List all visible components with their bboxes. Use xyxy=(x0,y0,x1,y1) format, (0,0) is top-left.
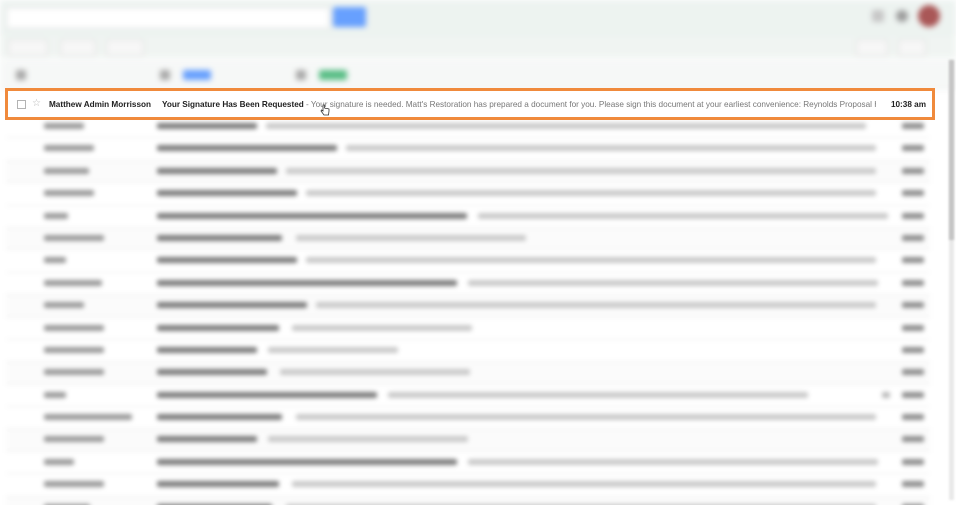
tag-icon xyxy=(296,69,306,80)
avatar[interactable] xyxy=(918,5,940,27)
list-item[interactable] xyxy=(6,407,930,430)
email-time: 10:38 am xyxy=(890,99,926,109)
list-item[interactable] xyxy=(6,317,930,340)
list-item[interactable] xyxy=(6,451,930,475)
email-list xyxy=(6,116,930,505)
top-bar xyxy=(0,0,956,36)
more-button[interactable] xyxy=(106,39,144,56)
gmail-inbox-window: ☆ Matthew Admin Morrisson Your Signature… xyxy=(0,0,956,505)
star-icon[interactable]: ☆ xyxy=(32,99,41,109)
tab-promotions[interactable] xyxy=(296,66,436,82)
email-snippet: - Your signature is needed. Matt's Resto… xyxy=(306,99,876,109)
list-item[interactable] xyxy=(6,227,930,251)
refresh-button[interactable] xyxy=(60,39,96,56)
list-item[interactable] xyxy=(6,362,930,385)
settings-button[interactable] xyxy=(898,39,926,56)
tab-promotions-badge xyxy=(318,69,347,80)
list-item[interactable] xyxy=(6,339,930,363)
email-subject: Your Signature Has Been Requested xyxy=(161,99,304,109)
list-item[interactable] xyxy=(6,474,930,497)
list-item[interactable] xyxy=(6,429,930,452)
scrollbar-thumb[interactable] xyxy=(949,60,954,240)
email-subject-line: Your Signature Has Been Requested - Your… xyxy=(162,100,876,109)
tab-primary[interactable] xyxy=(16,66,146,82)
inbox-tabs xyxy=(0,60,956,89)
email-sender: Matthew Admin Morrisson xyxy=(48,99,152,109)
checkbox-icon[interactable] xyxy=(17,99,26,109)
highlighted-email-row[interactable]: ☆ Matthew Admin Morrisson Your Signature… xyxy=(5,88,935,120)
list-item[interactable] xyxy=(6,496,930,505)
list-item[interactable] xyxy=(6,138,930,161)
hand-cursor-icon xyxy=(320,104,330,116)
list-item[interactable] xyxy=(6,384,930,408)
bell-icon[interactable] xyxy=(896,10,908,22)
people-icon xyxy=(160,69,170,80)
list-item[interactable] xyxy=(6,272,930,296)
list-item[interactable] xyxy=(6,160,930,184)
list-item[interactable] xyxy=(6,250,930,273)
tab-social[interactable] xyxy=(160,66,285,82)
list-item[interactable] xyxy=(6,183,930,206)
tab-social-badge xyxy=(182,69,211,80)
apps-grid-icon[interactable] xyxy=(872,10,884,22)
inbox-icon xyxy=(16,69,26,80)
toolbar xyxy=(0,36,956,58)
list-item[interactable] xyxy=(6,205,930,228)
search-button[interactable] xyxy=(333,7,366,27)
search-input[interactable] xyxy=(6,7,330,29)
select-all-button[interactable] xyxy=(8,39,48,56)
prev-next-button[interactable] xyxy=(856,39,888,56)
pagination-text xyxy=(806,39,848,56)
list-item[interactable] xyxy=(6,295,930,318)
